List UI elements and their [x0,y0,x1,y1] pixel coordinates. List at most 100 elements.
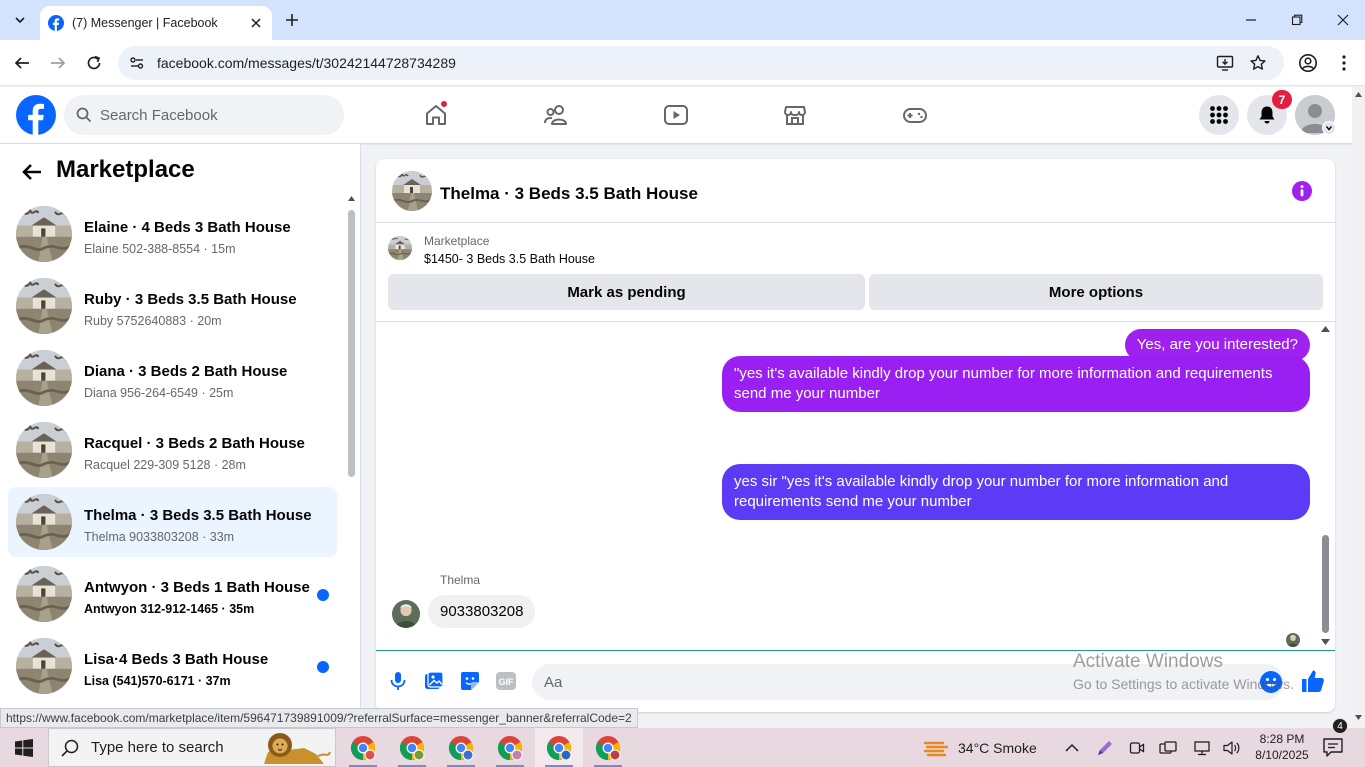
bookmark-star-icon[interactable] [1249,54,1267,72]
mark-as-pending-button[interactable]: Mark as pending [388,274,865,310]
conversation-item[interactable]: Antwyon · 3 Beds 1 Bath House Antwyon 312… [8,559,337,629]
conversation-list-scrollbar[interactable] [345,196,357,727]
conversation-item[interactable]: Lisa·4 Beds 3 Bath House Lisa (541)570-61… [8,631,337,701]
listing-label: Marketplace [424,234,490,248]
account-chevron-icon[interactable] [1322,121,1336,135]
notification-center-icon[interactable] [1322,736,1348,760]
message-input-box[interactable] [532,664,1284,700]
taskbar-clock[interactable]: 8:28 PM 8/10/2025 [1249,731,1315,763]
message-bubble-outgoing[interactable]: "yes it's available kindly drop your num… [722,356,1310,412]
nav-gaming[interactable] [895,97,935,133]
facebook-search[interactable] [64,95,344,135]
search-highlight-lion-icon[interactable] [258,730,334,766]
scrollbar-thumb[interactable] [1322,535,1329,633]
back-arrow-icon[interactable] [20,160,44,184]
nav-friends[interactable] [536,97,576,133]
listing-description[interactable]: $1450- 3 Beds 3.5 Bath House [424,252,595,266]
emoji-icon[interactable] [1260,671,1282,693]
panel-title: Marketplace [56,156,195,183]
install-app-icon[interactable] [1216,54,1234,72]
marketplace-panel-header: Marketplace [0,144,360,198]
chrome-taskbar-icon[interactable] [486,728,534,767]
sender-avatar[interactable] [392,600,420,628]
message-input[interactable] [544,673,1144,691]
sticker-icon[interactable] [458,669,482,693]
search-icon [76,107,92,123]
more-options-button[interactable]: More options [869,274,1323,310]
microphone-icon[interactable] [386,669,410,693]
conversation-preview: Lisa (541)570-6171 · 37m [84,674,231,688]
meet-now-icon[interactable] [1127,738,1147,758]
site-settings-icon[interactable] [128,54,146,72]
conversation-name: Antwyon · 3 Beds 1 Bath House [84,579,310,596]
message-bubble-outgoing[interactable]: yes sir "yes it's available kindly drop … [722,464,1310,520]
conversation-item[interactable]: Elaine · 4 Beds 3 Bath House Elaine 502-3… [8,199,337,269]
browser-tab-bar: (7) Messenger | Facebook [0,0,1365,40]
new-tab-icon[interactable] [282,10,302,30]
reload-icon[interactable] [82,51,106,75]
chat-title[interactable]: Thelma · 3 Beds 3.5 Bath House [440,184,698,204]
facebook-search-input[interactable] [100,106,320,124]
nav-video[interactable] [656,97,696,133]
tab-search-dropdown-icon[interactable] [8,8,32,32]
conversation-name: Racquel · 3 Beds 2 Bath House [84,435,305,452]
message-bubble-incoming[interactable]: 9033803208 [428,595,536,628]
home-notification-dot [440,100,448,108]
chrome-taskbar-icon[interactable] [339,728,387,767]
scrollbar-thumb[interactable] [348,210,355,477]
volume-icon[interactable] [1222,738,1242,758]
thumbs-up-icon[interactable] [1300,668,1326,694]
address-bar[interactable]: facebook.com/messages/t/3024214472873428… [118,46,1284,80]
show-hidden-icons-chevron-icon[interactable] [1062,738,1082,758]
close-window-icon[interactable] [1320,0,1365,40]
people-icon[interactable] [1158,738,1178,758]
conversation-preview: Elaine 502-388-8554 · 15m [84,242,236,256]
message-composer: GIF [376,650,1335,712]
minimize-window-icon[interactable] [1228,0,1274,40]
seen-receipt-avatar [1286,633,1300,647]
page-scrollbar[interactable] [1352,87,1365,727]
windows-start-icon[interactable] [0,728,48,767]
browser-menu-icon[interactable] [1332,51,1356,75]
menu-button[interactable] [1199,95,1239,135]
chat-scrollbar[interactable] [1319,323,1333,650]
taskbar-search-placeholder: Type here to search [91,739,224,756]
info-icon[interactable] [1292,181,1312,201]
restore-window-icon[interactable] [1274,0,1320,40]
chat-panel: Thelma · 3 Beds 3.5 Bath House Marketpla… [376,159,1335,712]
facebook-favicon-icon [48,15,64,31]
chrome-taskbar-icon[interactable] [535,728,583,767]
gif-icon[interactable]: GIF [494,669,518,693]
chrome-taskbar-icon[interactable] [437,728,485,767]
conversation-item[interactable]: Ruby · 3 Beds 3.5 Bath House Ruby 5752640… [8,271,337,341]
forward-arrow-icon[interactable] [46,51,70,75]
listing-banner: Marketplace $1450- 3 Beds 3.5 Bath House… [376,224,1335,322]
chat-listing-avatar[interactable] [392,171,432,211]
weather-widget[interactable]: 34°C Smoke [924,728,1037,767]
chrome-taskbar-icon[interactable] [584,728,632,767]
conversation-preview: Antwyon 312-912-1465 · 35m [84,602,255,616]
conversation-thumbnail [16,206,72,262]
chrome-taskbar-icon[interactable] [388,728,436,767]
conversation-item[interactable]: Diana · 3 Beds 2 Bath House Diana 956-264… [8,343,337,413]
conversation-thumbnail [16,422,72,478]
photo-icon[interactable] [422,669,446,693]
url-text[interactable]: facebook.com/messages/t/3024214472873428… [157,55,456,71]
profile-icon[interactable] [1296,51,1320,75]
conversation-item[interactable]: Racquel · 3 Beds 2 Bath House Racquel 229… [8,415,337,485]
conversation-name: Elaine · 4 Beds 3 Bath House [84,219,291,236]
back-arrow-icon[interactable] [10,51,34,75]
conversation-item[interactable]: Thelma · 3 Beds 3.5 Bath House Thelma 903… [8,487,337,557]
svg-text:GIF: GIF [499,677,515,687]
conversation-preview: Racquel 229-309 5128 · 28m [84,458,246,472]
pen-icon[interactable] [1095,738,1115,758]
browser-tab[interactable]: (7) Messenger | Facebook [40,6,272,40]
tab-close-icon[interactable] [248,15,264,31]
facebook-header: 7 [0,87,1352,143]
network-icon[interactable] [1192,738,1212,758]
listing-thumbnail[interactable] [388,236,412,260]
facebook-logo-icon[interactable] [16,95,56,135]
nav-home[interactable] [416,97,456,133]
nav-marketplace[interactable] [775,97,815,133]
conversation-thumbnail [16,494,72,550]
